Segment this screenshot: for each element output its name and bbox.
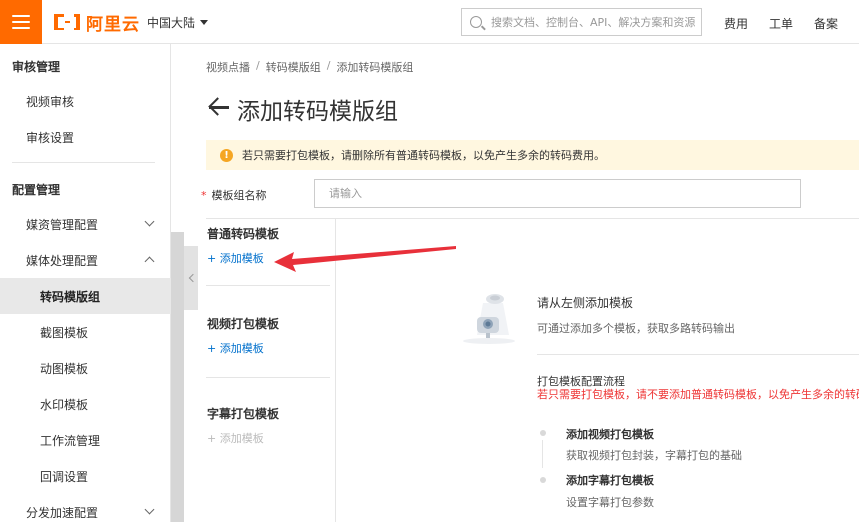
step-dot [540, 430, 546, 436]
sidebar-group-audit: 审核管理 [12, 60, 61, 74]
search-box[interactable] [461, 8, 702, 36]
section-title-subtitle-pack: 字幕打包模板 [207, 407, 280, 421]
region-label: 中国大陆 [147, 16, 196, 30]
add-video-pack-template-link[interactable]: + 添加模板 [207, 340, 264, 356]
chevron-down-icon [144, 216, 155, 227]
page-title: 添加转码模版组 [237, 99, 398, 125]
sidebar-item-media-proc[interactable]: 媒体处理配置 [0, 242, 171, 278]
section-title-video-pack: 视频打包模板 [207, 317, 280, 331]
sidebar-item-cdn[interactable]: 分发加速配置 [0, 494, 171, 530]
logo-text: 阿里云 [86, 14, 140, 35]
empty-state-subtitle: 可通过添加多个模板，获取多路转码输出 [537, 322, 735, 335]
sidebar-item-label: 转码模版组 [40, 289, 101, 304]
breadcrumb: 视频点播 / 转码模版组 / 添加转码模版组 [206, 59, 413, 75]
sidebar-item-label: 分发加速配置 [26, 505, 99, 520]
template-group-name-input[interactable] [314, 179, 801, 208]
empty-state-illustration-icon [463, 294, 515, 344]
sidebar-item-label: 回调设置 [40, 469, 89, 484]
breadcrumb-separator: / [326, 59, 331, 72]
breadcrumb-current: 添加转码模版组 [336, 61, 414, 74]
annotation-arrow-icon [274, 246, 456, 272]
sidebar-scrollbar[interactable] [171, 232, 184, 522]
aliyun-logo[interactable]: 阿里云 [54, 12, 140, 35]
menu-icon[interactable] [0, 0, 42, 44]
breadcrumb-separator: / [256, 59, 260, 72]
back-arrow-icon[interactable] [206, 96, 230, 118]
step-title-subtitle-pack: 添加字幕打包模板 [566, 474, 654, 487]
sidebar-item-media-mgmt[interactable]: 媒资管理配置 [0, 206, 171, 242]
sidebar-item-label: 截图模板 [40, 325, 89, 340]
logo-mark-icon [54, 14, 80, 30]
caret-down-icon [200, 20, 209, 25]
sidebar-item-label: 工作流管理 [40, 433, 101, 448]
section-title-normal: 普通转码模板 [207, 227, 280, 241]
required-mark: * [201, 189, 207, 202]
content-divider [537, 354, 859, 355]
sidebar-item-watermark[interactable]: 水印模板 [0, 386, 171, 422]
add-subtitle-pack-template-link: + 添加模板 [207, 432, 264, 445]
sidebar-item-label: 媒体处理配置 [26, 253, 99, 268]
sidebar-divider [12, 162, 155, 163]
sidebar-item-label: 动图模板 [40, 361, 89, 376]
sidebar-item-callback[interactable]: 回调设置 [0, 458, 171, 494]
sidebar-item-label: 水印模板 [40, 397, 89, 412]
breadcrumb-vod[interactable]: 视频点播 [206, 59, 250, 75]
field-label-text: 模板组名称 [211, 189, 267, 202]
flow-warning: 若只需要打包模板，请不要添加普通转码模板，以免产生多余的转码 [537, 388, 859, 401]
section-divider [206, 377, 330, 378]
section-divider [206, 285, 330, 286]
sidebar-item-video-audit[interactable]: 视频审核 [0, 83, 171, 119]
breadcrumb-transcode-group[interactable]: 转码模版组 [266, 59, 321, 75]
step-title-video-pack: 添加视频打包模板 [566, 428, 654, 441]
step-desc-video-pack: 获取视频打包封装，字幕打包的基础 [566, 449, 742, 462]
chevron-left-icon [188, 273, 197, 283]
empty-state-title: 请从左侧添加模板 [537, 296, 634, 310]
panel-divider [206, 218, 859, 219]
step-dot [540, 477, 546, 483]
add-normal-template-link[interactable]: + 添加模板 [207, 250, 264, 266]
sidebar-item-workflow[interactable]: 工作流管理 [0, 422, 171, 458]
sidebar-item-label: 视频审核 [26, 94, 75, 109]
chevron-down-icon [144, 504, 155, 515]
sidebar-group-config: 配置管理 [12, 183, 61, 197]
billing-link[interactable]: 费用 [724, 15, 748, 32]
warning-notice: ! 若只需要打包模板，请删除所有普通转码模板，以免产生多余的转码费用。 [206, 140, 859, 170]
sidebar: 审核管理 视频审核 审核设置 配置管理 媒资管理配置 媒体处理配置 转码模版组 … [0, 44, 171, 522]
step-desc-subtitle-pack: 设置字幕打包参数 [566, 496, 654, 509]
warning-icon: ! [220, 148, 233, 162]
search-input[interactable] [491, 15, 696, 29]
notice-text: 若只需要打包模板，请删除所有普通转码模板，以免产生多余的转码费用。 [242, 149, 605, 162]
sidebar-item-audit-settings[interactable]: 审核设置 [0, 119, 171, 155]
chevron-up-icon [144, 256, 155, 267]
sidebar-item-label: 媒资管理配置 [26, 217, 99, 232]
step-connector [542, 440, 543, 468]
sidebar-item-gif[interactable]: 动图模板 [0, 350, 171, 386]
template-group-name-label: * 模板组名称 [201, 187, 267, 203]
sidebar-item-transcode-group[interactable]: 转码模版组 [0, 278, 171, 314]
search-icon [470, 16, 482, 28]
icp-link[interactable]: 备案 [814, 15, 838, 32]
region-selector[interactable]: 中国大陆 [147, 14, 209, 31]
ticket-link[interactable]: 工单 [769, 15, 793, 32]
sidebar-collapse-handle[interactable] [184, 246, 198, 310]
top-bar: 阿里云 中国大陆 费用 工单 备案 [0, 0, 859, 44]
sidebar-item-snapshot[interactable]: 截图模板 [0, 314, 171, 350]
sidebar-item-label: 审核设置 [26, 130, 75, 145]
